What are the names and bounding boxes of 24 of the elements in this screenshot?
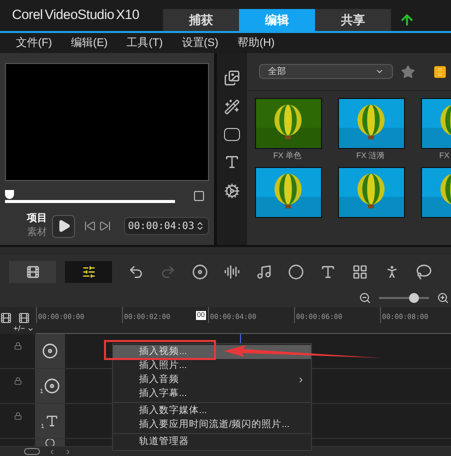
logo-version: X10 [116,8,140,22]
menu-option[interactable]: 插入音频 [113,373,311,387]
effect-label: FX 涟漪 [355,150,385,162]
logo-brand: Corel [12,8,43,22]
mode-tab[interactable]: 捕获 [163,9,239,31]
logo-product: VideoStudio [44,8,114,22]
menu-option[interactable]: 轨道管理器 [113,435,311,449]
menu-item[interactable]: 文件(F) [16,34,52,52]
filter-dropdown[interactable]: 全部 [259,64,394,79]
mode-option[interactable]: 项目 [27,213,47,225]
timecode-field[interactable]: 00:00:04:03 [124,217,210,235]
menu-item[interactable]: 编辑(E) [71,34,108,52]
menu-option[interactable]: 插入照片... [113,359,311,373]
menu-item[interactable]: 帮助(H) [237,34,275,52]
menu-item[interactable]: 设置(S) [182,34,218,52]
effect-label: FX [438,150,450,162]
menu-option[interactable]: 插入要应用时间流逝/频闪的照片... [113,418,311,432]
menu-item[interactable]: 工具(T) [126,34,163,52]
mode-tab[interactable]: 共享 [315,9,391,31]
effect-label: FX 单色 [272,150,302,162]
menu-option[interactable]: 插入字幕... [113,387,311,401]
menu-option[interactable]: 插入数字媒体... [113,404,311,418]
track-toggle[interactable]: +/− [13,325,25,333]
mode-option[interactable]: 素材 [27,227,47,239]
